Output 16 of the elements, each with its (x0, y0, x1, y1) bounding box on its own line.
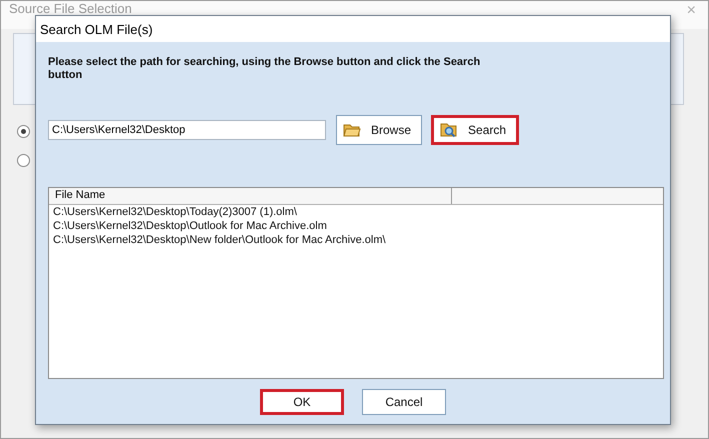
search-button[interactable]: Search (431, 115, 520, 145)
folder-icon (343, 122, 361, 138)
radio-button[interactable] (17, 125, 30, 138)
instruction-text: Please select the path for searching, using the Browse button and click the Search button (48, 56, 482, 82)
window-title: Source File Selection (9, 2, 132, 16)
path-field[interactable]: C:\Users\Kernel32\Desktop (48, 120, 326, 140)
ok-button[interactable]: OK (260, 389, 344, 415)
cancel-button[interactable]: Cancel (362, 389, 446, 415)
folder-search-icon (440, 122, 458, 138)
browse-button[interactable]: Browse (336, 115, 422, 145)
file-path[interactable]: C:\Users\Kernel32\Desktop\Today(2)3007 (1).olm\ (49, 205, 663, 219)
column-header[interactable]: File Name (49, 188, 452, 204)
file-path[interactable]: C:\Users\Kernel32\Desktop\New folder\Outlook for Mac Archive.olm\ (49, 233, 663, 247)
radio-button[interactable] (17, 154, 30, 167)
dialog-title: Search OLM File(s) (40, 22, 153, 36)
file-path[interactable]: C:\Users\Kernel32\Desktop\Outlook for Mac Archive.olm (49, 219, 663, 233)
